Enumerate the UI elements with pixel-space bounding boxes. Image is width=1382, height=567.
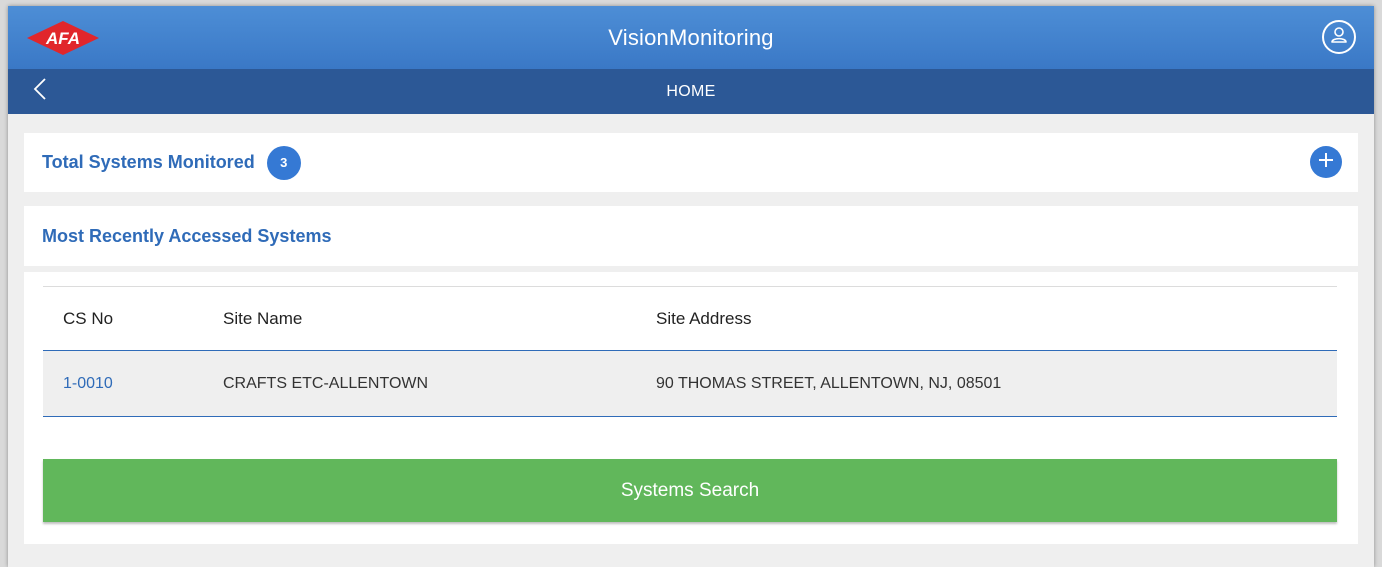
plus-icon xyxy=(1318,152,1334,173)
total-systems-card: Total Systems Monitored 3 xyxy=(24,133,1358,192)
recent-systems-header-card: Most Recently Accessed Systems xyxy=(24,206,1358,266)
top-bar: AFA VisionMonitoring xyxy=(8,6,1374,69)
table-row[interactable]: 1-0010 CRAFTS ETC-ALLENTOWN 90 THOMAS ST… xyxy=(43,350,1337,417)
app-title: VisionMonitoring xyxy=(608,24,774,50)
app-window: AFA VisionMonitoring HOME Total Systems … xyxy=(8,6,1374,567)
cs-no-link[interactable]: 1-0010 xyxy=(63,375,113,392)
svg-text:AFA: AFA xyxy=(45,29,80,48)
recent-systems-card: CS No Site Name Site Address 1-0010 CRAF… xyxy=(24,272,1358,544)
user-profile-button[interactable] xyxy=(1322,20,1356,54)
cs-no-cell: 1-0010 xyxy=(43,350,223,417)
chevron-left-icon xyxy=(33,77,47,106)
total-systems-label: Total Systems Monitored xyxy=(42,152,255,172)
recent-systems-table: CS No Site Name Site Address 1-0010 CRAF… xyxy=(43,286,1337,417)
total-systems-count-badge: 3 xyxy=(266,145,301,180)
afa-logo: AFA xyxy=(26,20,100,56)
table-header-row: CS No Site Name Site Address xyxy=(43,286,1337,351)
recent-systems-label: Most Recently Accessed Systems xyxy=(42,225,332,246)
add-system-button[interactable] xyxy=(1310,146,1342,178)
site-name-cell: CRAFTS ETC-ALLENTOWN xyxy=(223,350,656,417)
user-icon xyxy=(1330,26,1348,49)
systems-search-button[interactable]: Systems Search xyxy=(43,459,1337,522)
nav-bar: HOME xyxy=(8,69,1374,114)
column-header-cs-no: CS No xyxy=(43,286,223,351)
page-title: HOME xyxy=(666,82,716,100)
back-button[interactable] xyxy=(30,77,50,106)
column-header-site-name: Site Name xyxy=(223,286,656,351)
site-address-cell: 90 THOMAS STREET, ALLENTOWN, NJ, 08501 xyxy=(656,350,1337,417)
column-header-site-address: Site Address xyxy=(656,286,1337,351)
